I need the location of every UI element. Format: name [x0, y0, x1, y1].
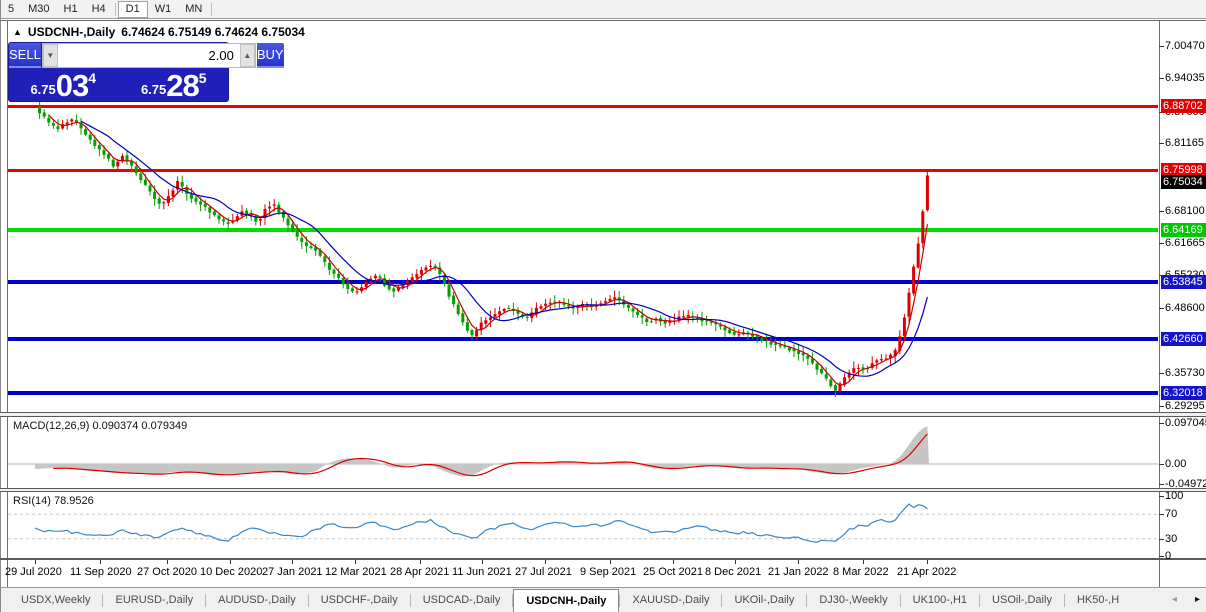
time-tick-mark: [355, 560, 356, 564]
price-tick-mark: [1159, 373, 1164, 374]
time-tick-label: 28 Apr 2021: [390, 566, 449, 578]
time-tick-mark: [863, 560, 864, 564]
rsi-tick-mark: [1159, 556, 1164, 557]
price-badge: 6.42660: [1161, 332, 1206, 346]
time-tick-mark: [610, 560, 611, 564]
one-click-trade-panel: SELL ▼ ▲ BUY 6.75 03 4 6.75 28 5: [9, 43, 228, 101]
rsi-indicator-label: RSI(14) 78.9526: [13, 495, 94, 507]
chart-ohlc-values: 6.74624 6.75149 6.74624 6.75034: [121, 25, 305, 39]
time-tick-mark: [35, 560, 36, 564]
tab-nav: ◂ ▸: [1168, 588, 1204, 610]
time-tick-mark: [798, 560, 799, 564]
price-tick-label: 6.48600: [1165, 302, 1205, 314]
macd-tick-mark: [1159, 423, 1164, 424]
price-tick-label: 7.00470: [1165, 40, 1205, 52]
price-tick-label: 6.81165: [1165, 137, 1204, 149]
volume-decrease-button[interactable]: ▼: [43, 44, 58, 67]
price-tick-label: 6.61665: [1165, 237, 1205, 249]
volume-control: ▼ ▲: [42, 43, 256, 68]
tab-scroll-left-icon[interactable]: ◂: [1172, 594, 1177, 605]
sell-button[interactable]: SELL: [9, 43, 41, 68]
price-badge: 6.75034: [1161, 175, 1206, 189]
macd-tick-label: 0.00: [1165, 458, 1186, 470]
price-badge: 6.32018: [1161, 386, 1206, 400]
time-tick-mark: [292, 560, 293, 564]
price-tick-mark: [1159, 406, 1164, 407]
rsi-tick-label: 0: [1165, 550, 1171, 562]
horizontal-level-line: [8, 391, 1158, 395]
time-tick-mark: [167, 560, 168, 564]
horizontal-level-line: [8, 337, 1158, 341]
price-tick-mark: [1159, 308, 1164, 309]
horizontal-level-line: [8, 228, 1158, 232]
macd-tick-mark: [1159, 464, 1164, 465]
time-tick-mark: [230, 560, 231, 564]
time-tick-label: 11 Jun 2021: [452, 566, 512, 578]
volume-increase-button[interactable]: ▲: [240, 44, 255, 67]
time-tick-label: 27 Jan 2021: [262, 566, 323, 578]
price-badge: 6.53845: [1161, 275, 1206, 289]
price-tick-mark: [1159, 46, 1164, 47]
price-tick-mark: [1159, 211, 1164, 212]
time-tick-label: 9 Sep 2021: [580, 566, 636, 578]
chart-symbol-label: USDCNH-,Daily: [28, 25, 115, 39]
time-tick-mark: [545, 560, 546, 564]
rsi-tick-mark: [1159, 539, 1164, 540]
time-tick-mark: [100, 560, 101, 564]
time-tick-label: 25 Oct 2021: [643, 566, 703, 578]
price-tick-mark: [1159, 78, 1164, 79]
macd-tick-label: -0.04972: [1165, 478, 1206, 490]
time-tick-label: 21 Apr 2022: [897, 566, 956, 578]
time-tick-label: 10 Dec 2020: [200, 566, 262, 578]
time-tick-mark: [420, 560, 421, 564]
sell-price-small: 6.75: [30, 82, 55, 97]
time-tick-label: 12 Mar 2021: [325, 566, 387, 578]
sell-price[interactable]: 6.75 03 4: [9, 68, 118, 101]
rsi-tick-mark: [1159, 496, 1164, 497]
time-tick-mark: [927, 560, 928, 564]
buy-price-small: 6.75: [141, 82, 166, 97]
buy-price-big: 28: [166, 71, 198, 100]
ma-fast-line: [49, 115, 928, 385]
sell-price-sup: 4: [88, 70, 96, 86]
time-tick-label: 29 Jul 2020: [5, 566, 62, 578]
price-tick-label: 6.35730: [1165, 367, 1205, 379]
buy-price-sup: 5: [199, 70, 207, 86]
rsi-line: [35, 504, 927, 542]
time-tick-label: 8 Mar 2022: [833, 566, 889, 578]
time-tick-mark: [735, 560, 736, 564]
buy-button[interactable]: BUY: [257, 43, 284, 68]
time-tick-label: 11 Sep 2020: [70, 566, 132, 578]
price-badge: 6.64169: [1161, 223, 1206, 237]
macd-tick-mark: [1159, 484, 1164, 485]
price-tick-label: 6.68100: [1165, 205, 1205, 217]
time-tick-label: 8 Dec 2021: [705, 566, 761, 578]
rsi-tick-label: 70: [1165, 508, 1177, 520]
macd-tick-label: 0.097045: [1165, 417, 1206, 429]
collapse-arrow-icon[interactable]: ▲: [13, 27, 22, 37]
horizontal-level-line: [8, 280, 1158, 284]
buy-price[interactable]: 6.75 28 5: [120, 68, 229, 101]
price-badge: 6.88702: [1161, 99, 1206, 113]
sell-price-big: 03: [56, 71, 88, 100]
rsi-tick-label: 30: [1165, 533, 1177, 545]
horizontal-level-line: [8, 105, 1158, 108]
time-tick-label: 21 Jan 2022: [768, 566, 829, 578]
time-tick-label: 27 Jul 2021: [515, 566, 572, 578]
macd-indicator-label: MACD(12,26,9) 0.090374 0.079349: [13, 420, 187, 432]
price-tick-mark: [1159, 143, 1164, 144]
volume-input[interactable]: [58, 44, 240, 67]
price-tick-mark: [1159, 243, 1164, 244]
rsi-tick-mark: [1159, 514, 1164, 515]
price-tick-label: 6.29295: [1165, 400, 1205, 412]
rsi-tick-label: 100: [1165, 490, 1183, 502]
candlestick-series: [38, 102, 929, 397]
tab-scroll-right-icon[interactable]: ▸: [1195, 594, 1200, 605]
price-tick-label: 6.94035: [1165, 72, 1205, 84]
time-tick-mark: [482, 560, 483, 564]
horizontal-level-line: [8, 169, 1158, 172]
chart-title: ▲ USDCNH-,Daily 6.74624 6.75149 6.74624 …: [13, 25, 305, 39]
time-tick-label: 27 Oct 2020: [137, 566, 197, 578]
time-tick-mark: [673, 560, 674, 564]
